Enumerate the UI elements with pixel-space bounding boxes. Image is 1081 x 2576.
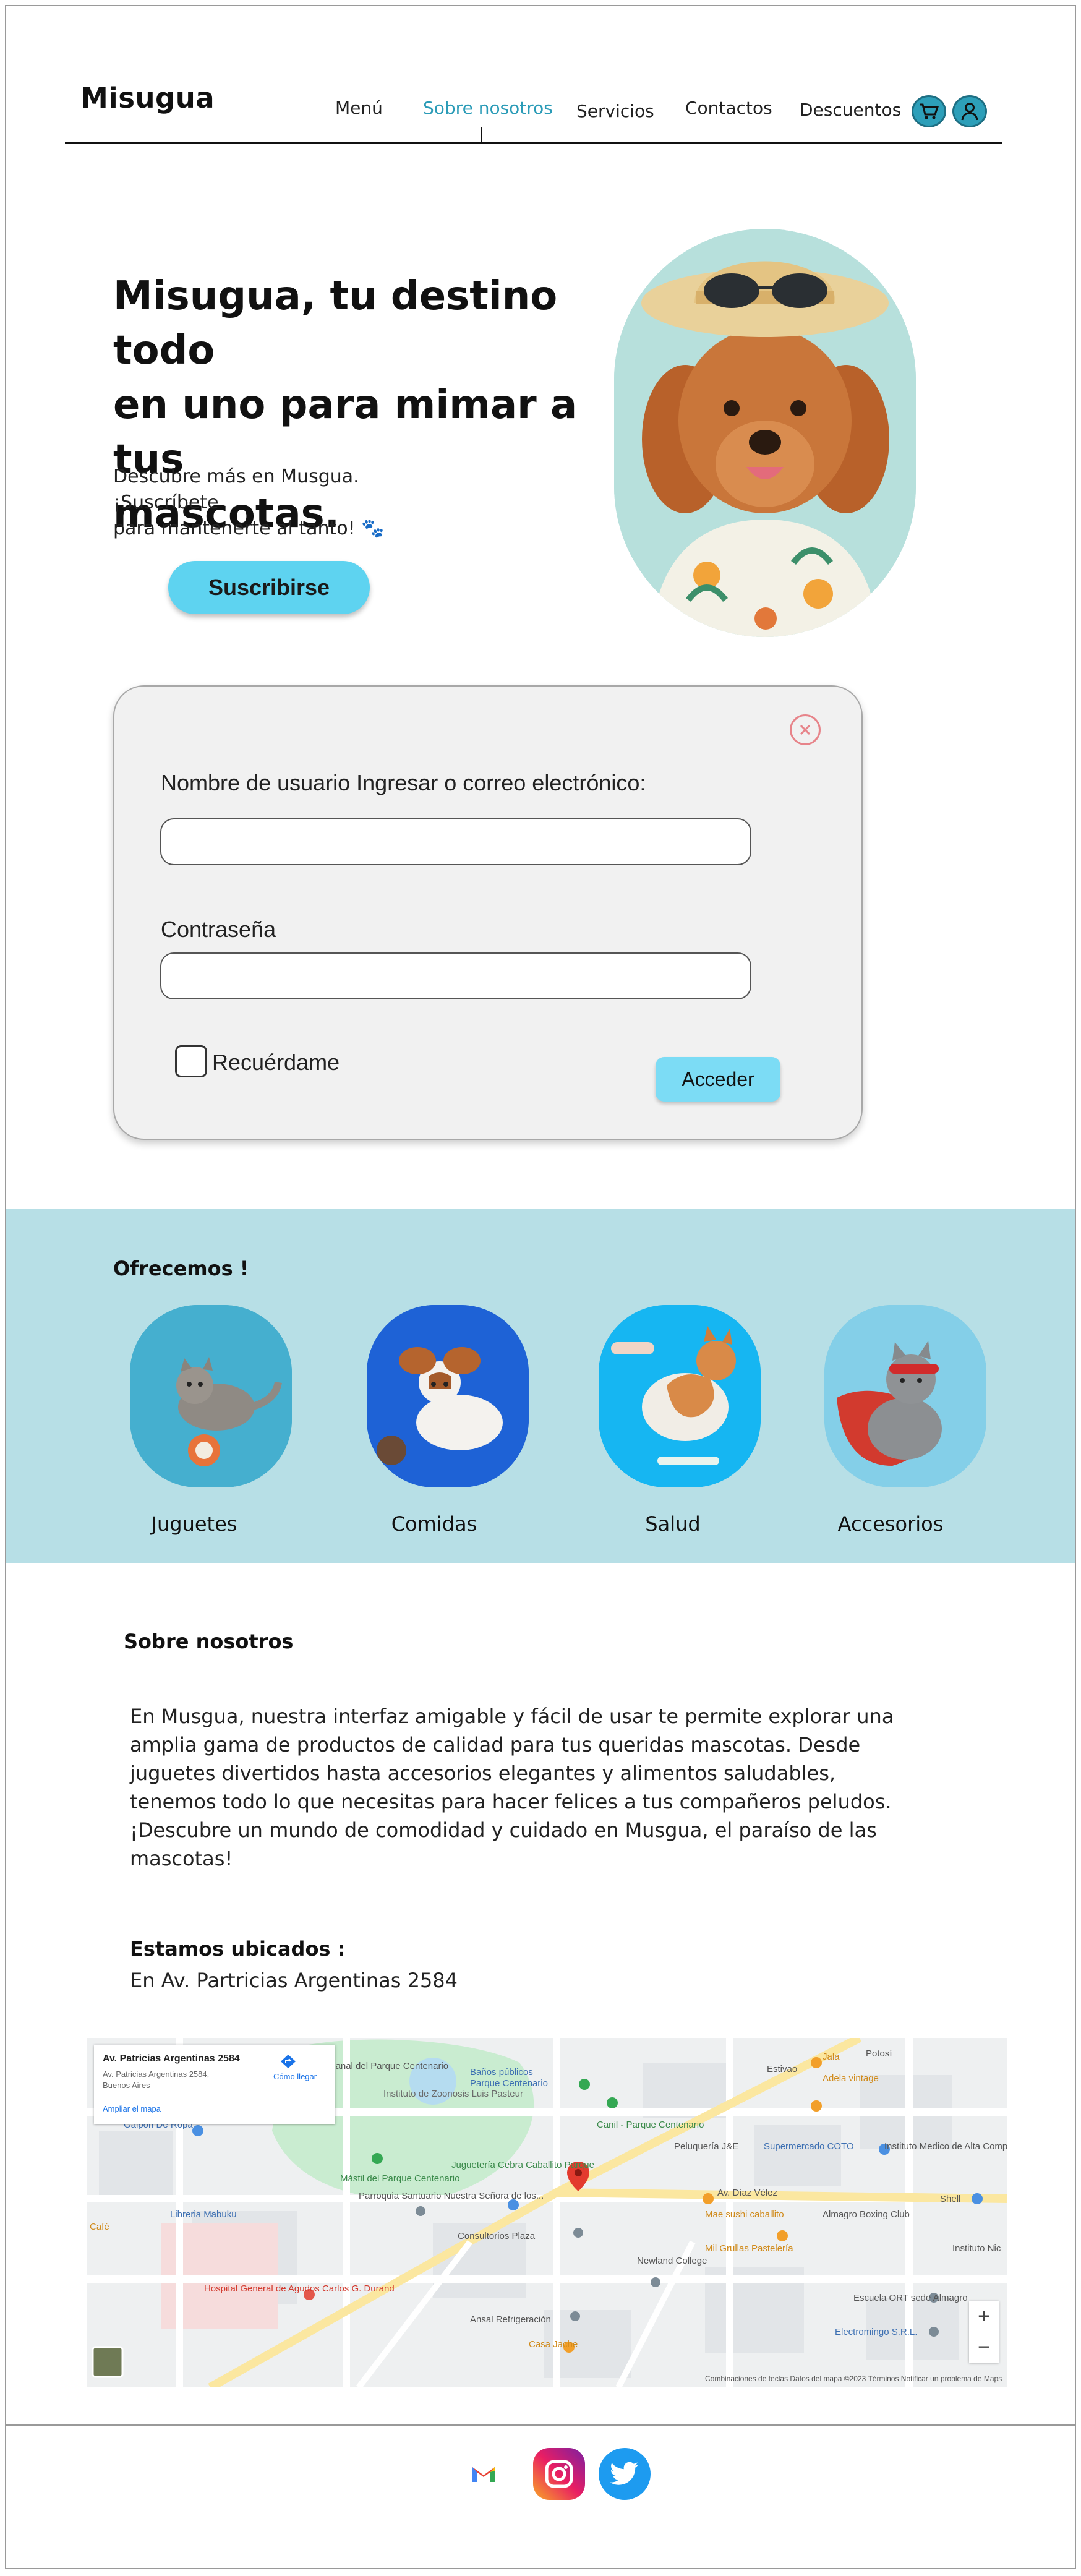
map-label: Mae sushi caballito — [705, 2209, 784, 2220]
username-field[interactable] — [160, 818, 751, 865]
remember-label: Recuérdame — [212, 1050, 340, 1075]
map-satellite-toggle[interactable] — [92, 2346, 124, 2378]
toys-card-image[interactable] — [130, 1305, 292, 1487]
accessories-label[interactable]: Accesorios — [810, 1512, 971, 1536]
login-submit-button[interactable]: Acceder — [656, 1057, 780, 1102]
close-icon — [800, 724, 811, 735]
cart-button[interactable] — [912, 95, 946, 127]
twitter-icon — [610, 2462, 638, 2485]
map-label: Parroquia Santuario Nuestra Señora de lo… — [359, 2191, 544, 2201]
map-label: Adela vintage — [822, 2073, 879, 2084]
map-label: Hospital General de Agudos Carlos G. Dur… — [204, 2283, 395, 2294]
map-label: Instituto Nic — [952, 2243, 1001, 2254]
instagram-icon — [545, 2460, 573, 2488]
nav-sobre-nosotros[interactable]: Sobre nosotros — [423, 98, 553, 118]
map-label: Electromingo S.R.L. — [835, 2327, 917, 2337]
map-card-address: Av. Patricias Argentinas 2584, — [103, 2069, 210, 2079]
map-label: Libreria Mabuku — [170, 2209, 237, 2220]
map-label: Escuela ORT sede Almagro — [853, 2293, 968, 2303]
map-label: Ansal Refrigeración — [470, 2314, 551, 2325]
map-label: Estivao — [767, 2064, 797, 2074]
subscribe-button[interactable]: Suscribirse — [168, 561, 370, 614]
map-label: Almagro Boxing Club — [822, 2209, 910, 2220]
about-text: En Musgua, nuestra interfaz amigable y f… — [130, 1705, 894, 1870]
zoom-out-button[interactable]: − — [978, 2335, 990, 2360]
map-label: Supermercado COTO — [764, 2141, 854, 2152]
map-label: Mil Grullas Pastelería — [705, 2243, 793, 2254]
twitter-link[interactable] — [599, 2448, 651, 2500]
map-label: Consultorios Plaza — [458, 2231, 536, 2241]
nav-contactos[interactable]: Contactos — [685, 98, 772, 118]
map-label: Peluquería J&E — [674, 2141, 738, 2152]
food-label[interactable]: Comidas — [354, 1512, 515, 1536]
user-account-button[interactable] — [952, 95, 987, 127]
footer-divider — [6, 2424, 1075, 2426]
map-label: Mástil del Parque Centenario — [340, 2173, 459, 2184]
toys-label[interactable]: Juguetes — [114, 1512, 275, 1536]
hero-subtitle-line: para mantenerte al tanto! 🐾 — [113, 518, 385, 539]
map-label: Jala — [822, 2052, 840, 2062]
hero-subtitle: Descubre más en Musgua. ¡Suscríbete para… — [113, 464, 459, 542]
map-label: Av. Díaz Vélez — [717, 2188, 777, 2198]
map-enlarge-link[interactable]: Ampliar el mapa — [103, 2104, 161, 2113]
nav-servicios[interactable]: Servicios — [576, 101, 654, 121]
directions-link[interactable]: Cómo llegar — [273, 2072, 317, 2081]
hero-subtitle-line: Descubre más en Musgua. ¡Suscríbete — [113, 466, 359, 513]
remember-checkbox[interactable] — [175, 1045, 207, 1077]
map-info-card: Av. Patricias Argentinas 2584 Av. Patric… — [94, 2045, 335, 2124]
health-label[interactable]: Salud — [592, 1512, 753, 1536]
map-label: Casa Jache — [529, 2339, 578, 2350]
zoom-in-button[interactable]: + — [978, 2304, 990, 2329]
username-label: Nombre de usuario Ingresar o correo elec… — [161, 770, 646, 795]
hero-dog-image — [614, 229, 916, 637]
password-field[interactable] — [160, 952, 751, 999]
map-zoom-controls: + − — [969, 2301, 999, 2363]
gmail-link[interactable] — [458, 2448, 510, 2500]
instagram-link[interactable] — [533, 2448, 585, 2500]
location-address: En Av. Partricias Argentinas 2584 — [130, 1969, 458, 1992]
map-label: Juguetería Cebra Caballito Parque — [451, 2160, 594, 2170]
header-divider — [65, 142, 1002, 144]
health-card-image[interactable] — [599, 1305, 761, 1487]
offer-title: Ofrecemos ! — [113, 1257, 249, 1280]
map-label: Instituto Medico de Alta Complejidad IMA… — [884, 2141, 1007, 2152]
map-label: Newland College — [637, 2256, 707, 2266]
map-label: Baños públicos — [470, 2067, 533, 2077]
map-label: Instituto de Zoonosis Luis Pasteur — [383, 2089, 523, 2099]
accessories-card-image[interactable] — [824, 1305, 986, 1487]
map-label: Parque Centenario — [470, 2078, 548, 2089]
close-button[interactable] — [790, 714, 821, 745]
nav-descuentos[interactable]: Descuentos — [800, 100, 901, 120]
directions-icon[interactable] — [280, 2053, 297, 2073]
map-label: Shell — [940, 2194, 960, 2204]
about-title: Sobre nosotros — [124, 1630, 294, 1653]
map-label: Canil - Parque Centenario — [597, 2120, 704, 2130]
hero-title-line: Misugua, tu destino todo — [113, 273, 558, 374]
map-label: Café — [90, 2222, 109, 2232]
map-attribution: Combinaciones de teclas Datos del mapa ©… — [705, 2374, 1002, 2383]
active-nav-indicator — [481, 127, 482, 143]
food-card-image[interactable] — [367, 1305, 529, 1487]
map-label: Potosí — [866, 2048, 892, 2059]
map-card-city: Buenos Aires — [103, 2081, 150, 2090]
user-icon — [961, 103, 978, 121]
gmail-icon — [472, 2467, 495, 2482]
password-label: Contraseña — [161, 917, 276, 942]
cart-icon — [920, 103, 939, 119]
site-logo[interactable]: Misugua — [80, 82, 215, 114]
nav-menu[interactable]: Menú — [335, 98, 383, 118]
map-card-title: Av. Patricias Argentinas 2584 — [103, 2053, 240, 2064]
location-title: Estamos ubicados : — [130, 1937, 346, 1961]
